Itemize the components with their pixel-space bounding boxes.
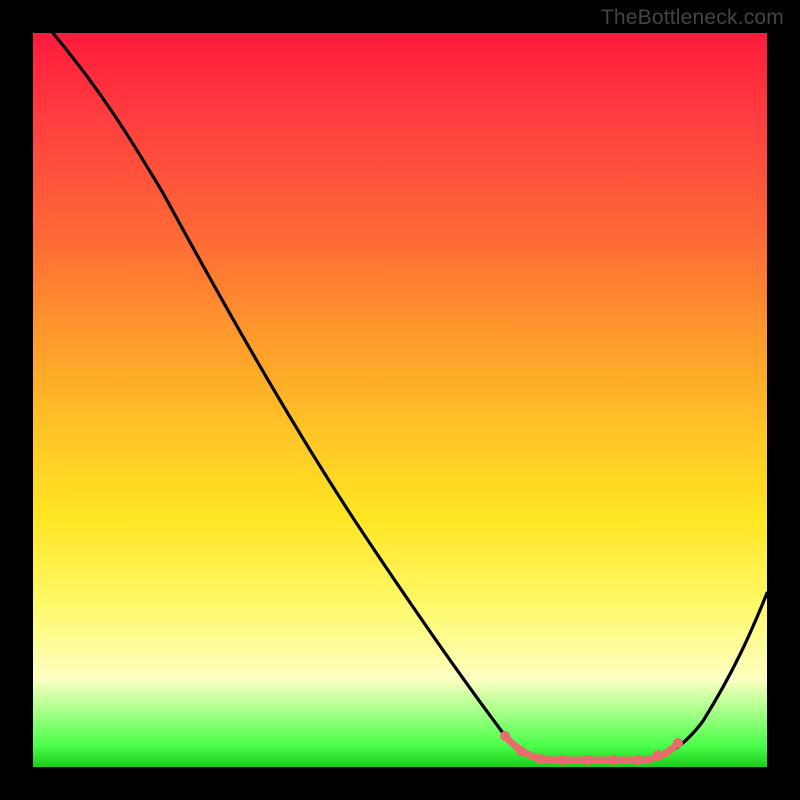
chart-frame: TheBottleneck.com bbox=[0, 0, 800, 800]
flat-zone-highlight bbox=[500, 731, 683, 765]
curve-main-path bbox=[53, 33, 767, 759]
bottleneck-curve bbox=[33, 33, 767, 767]
watermark-text: TheBottleneck.com bbox=[601, 6, 784, 30]
plot-area bbox=[33, 33, 767, 767]
